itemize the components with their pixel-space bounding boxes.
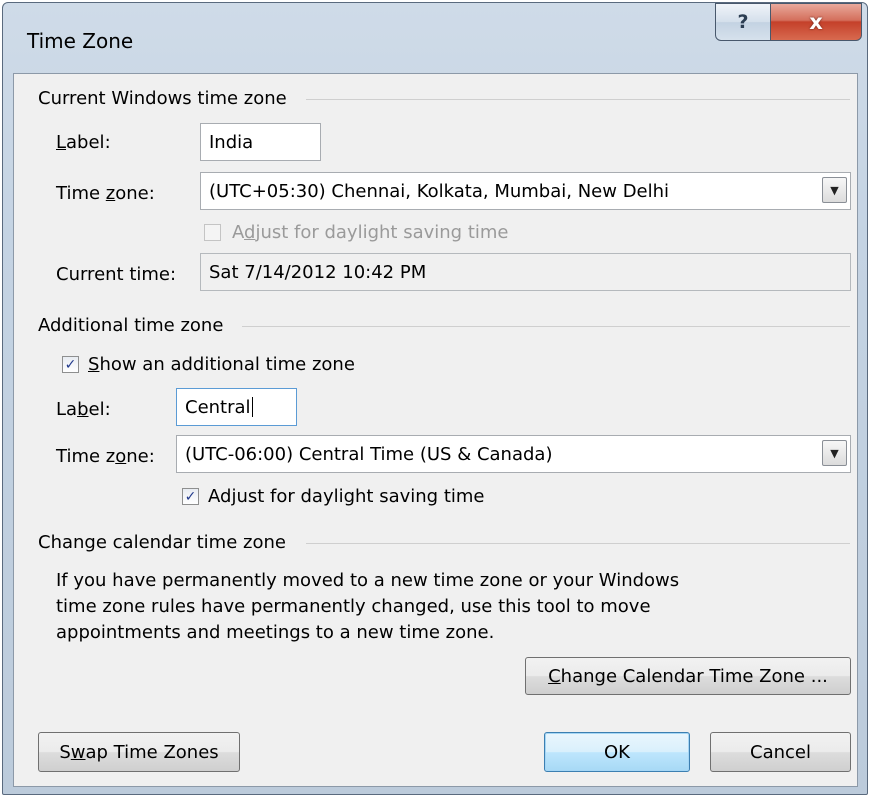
cancel-button[interactable]: Cancel <box>710 732 851 772</box>
time-zone-dialog: Time Zone ? x Current Windows time zone … <box>2 2 868 795</box>
chevron-down-icon[interactable]: ▼ <box>822 440 847 466</box>
section-additional-title: Additional time zone <box>38 315 224 336</box>
additional-label-caption: Label: <box>56 399 111 420</box>
show-additional-label: Show an additional time zone <box>88 354 355 375</box>
title-bar[interactable]: Time Zone ? x <box>3 3 867 73</box>
current-time-field: Sat 7/14/2012 10:42 PM <box>200 253 851 291</box>
ok-button[interactable]: OK <box>544 732 690 772</box>
calendar-description-line: appointments and meetings to a new time … <box>56 622 495 643</box>
additional-time-zone-caption: Time zone: <box>56 446 155 467</box>
additional-time-zone-value: (UTC-06:00) Central Time (US & Canada) <box>185 443 553 465</box>
swap-time-zones-button[interactable]: Swap Time Zones <box>38 732 240 772</box>
time-zone-caption: Time zone: <box>56 183 155 204</box>
calendar-description-line: If you have permanently moved to a new t… <box>56 570 680 591</box>
current-dst-checkbox[interactable] <box>204 224 221 241</box>
help-icon: ? <box>737 11 749 33</box>
calendar-description-line: time zone rules have permanently changed… <box>56 596 651 617</box>
text-cursor <box>251 397 253 417</box>
swap-time-zones-label: Swap Time Zones <box>59 741 219 763</box>
help-button[interactable]: ? <box>715 3 771 41</box>
chevron-down-icon[interactable]: ▼ <box>822 177 847 203</box>
section-current-title: Current Windows time zone <box>38 88 287 109</box>
current-dst-label: Adjust for daylight saving time <box>232 222 509 243</box>
close-icon: x <box>809 10 823 34</box>
additional-label-input[interactable]: Central <box>176 388 297 426</box>
additional-label-value: Central <box>185 396 251 418</box>
check-mark-icon: ✓ <box>184 488 197 505</box>
current-time-zone-value: (UTC+05:30) Chennai, Kolkata, Mumbai, Ne… <box>209 180 670 202</box>
label-caption: Label: <box>56 132 111 153</box>
dialog-body: Current Windows time zone Label: India T… <box>13 73 858 787</box>
additional-dst-label: Adjust for daylight saving time <box>208 486 485 507</box>
section-divider <box>242 326 850 327</box>
check-mark-icon: ✓ <box>64 356 77 373</box>
change-calendar-button-label: Change Calendar Time Zone ... <box>548 665 828 687</box>
change-calendar-time-zone-button[interactable]: Change Calendar Time Zone ... <box>525 657 851 695</box>
current-time-zone-select[interactable]: (UTC+05:30) Chennai, Kolkata, Mumbai, Ne… <box>200 172 851 210</box>
additional-time-zone-select[interactable]: (UTC-06:00) Central Time (US & Canada) ▼ <box>176 435 851 473</box>
section-calendar-title: Change calendar time zone <box>38 532 286 553</box>
current-label-input[interactable]: India <box>200 123 321 161</box>
close-button[interactable]: x <box>770 3 862 41</box>
calendar-description: If you have permanently moved to a new t… <box>56 568 846 646</box>
additional-dst-checkbox[interactable]: ✓ <box>182 488 199 505</box>
section-divider <box>306 543 850 544</box>
section-divider <box>306 99 850 100</box>
dialog-title: Time Zone <box>27 29 134 53</box>
current-time-caption: Current time: <box>56 264 177 285</box>
show-additional-checkbox[interactable]: ✓ <box>62 356 79 373</box>
